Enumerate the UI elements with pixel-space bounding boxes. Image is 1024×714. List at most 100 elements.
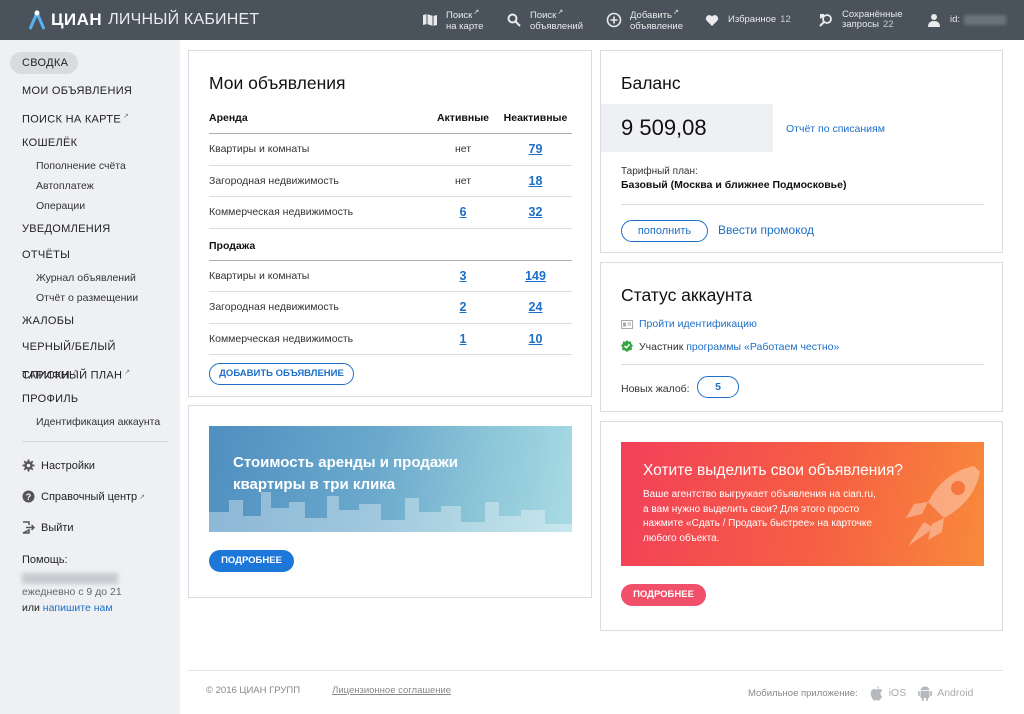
user-id-value-redacted xyxy=(964,15,1007,25)
user-id-label: id: xyxy=(950,14,961,25)
sidebar-item-wallet[interactable]: КОШЕЛЁК xyxy=(10,130,170,156)
sidebar-subitem-account-identification[interactable]: Идентификация аккаунта xyxy=(10,412,170,432)
cian-logo[interactable]: ЦИАН ЛИЧНЫЙ КАБИНЕТ xyxy=(28,6,259,34)
tariff-label: Тарифный план: xyxy=(621,166,698,177)
saved-search-icon xyxy=(818,12,834,28)
new-complaints-count[interactable]: 5 xyxy=(697,376,739,398)
active-count-link[interactable]: 6 xyxy=(460,205,467,219)
logout-label: Выйти xyxy=(41,521,74,534)
inactive-count-link[interactable]: 149 xyxy=(525,269,546,283)
license-agreement-link[interactable]: Лицензионное соглашение xyxy=(332,685,451,696)
highlight-listings-banner[interactable]: Хотите выделить свои объявления? Ваше аг… xyxy=(621,442,984,566)
android-app-link[interactable]: Android xyxy=(918,685,973,701)
sidebar-item-tariff-plan[interactable]: ТАРИФНЫЙ ПЛАН ↗ xyxy=(10,360,170,386)
active-count-link[interactable]: 3 xyxy=(460,269,467,283)
ios-app-link[interactable]: iOS xyxy=(870,685,907,701)
enter-promocode-link[interactable]: Ввести промокод xyxy=(718,223,814,237)
sidebar-item-profile[interactable]: ПРОФИЛЬ xyxy=(10,386,170,412)
table-row: Квартиры и комнаты нет 79 xyxy=(209,134,572,166)
external-link-icon: ↗ xyxy=(122,113,130,120)
nav-label-2: запросы xyxy=(842,19,879,30)
column-active-header: Активные xyxy=(436,112,490,124)
nav-add-listing[interactable]: Добавить↗ объявление xyxy=(606,0,683,40)
table-row: Квартиры и комнаты 3 149 xyxy=(209,261,572,292)
inactive-count-link[interactable]: 10 xyxy=(529,332,543,346)
help-hours: ежедневно с 9 до 21 xyxy=(22,586,122,598)
nav-listing-search[interactable]: Поиск↗ объявлений xyxy=(506,0,583,40)
id-card-icon xyxy=(621,318,633,330)
apple-icon xyxy=(870,685,884,701)
sidebar-subitem-topup[interactable]: Пополнение счёта xyxy=(10,156,170,176)
active-count-link[interactable]: 2 xyxy=(460,300,467,314)
sidebar-item-label: ТАРИФНЫЙ ПЛАН xyxy=(22,369,123,382)
promo-more-button[interactable]: ПОДРОБНЕЕ xyxy=(621,584,706,606)
pass-identification-link[interactable]: Пройти идентификацию xyxy=(639,318,757,330)
balance-title: Баланс xyxy=(621,73,681,93)
saved-searches-count: 22 xyxy=(882,19,894,30)
inactive-count-link[interactable]: 79 xyxy=(529,142,543,156)
ios-label: iOS xyxy=(888,687,907,699)
charges-report-link[interactable]: Отчёт по списаниям xyxy=(786,123,885,135)
cabinet-title: ЛИЧНЫЙ КАБИНЕТ xyxy=(108,11,260,28)
sidebar-item-my-listings[interactable]: МОИ ОБЪЯВЛЕНИЯ xyxy=(10,78,170,104)
new-complaints-label: Новых жалоб: xyxy=(621,383,690,395)
add-listing-button[interactable]: ДОБАВИТЬ ОБЪЯВЛЕНИЕ xyxy=(209,363,354,385)
sidebar-logout-link[interactable]: Выйти xyxy=(22,521,74,534)
copyright: © 2016 ЦИАН ГРУПП xyxy=(206,685,301,696)
nav-map-search[interactable]: Поиск↗ на карте xyxy=(422,0,483,40)
balance-amount: 9 509,08 xyxy=(621,115,707,140)
sidebar-item-black-white-lists[interactable]: ЧЕРНЫЙ/БЕЛЫЙ СПИСКИ ↗ xyxy=(10,334,170,382)
award-badge-icon xyxy=(621,340,633,353)
active-count: нет xyxy=(454,143,472,155)
rent-price-banner-card: Стоимость аренды и продажи квартиры в тр… xyxy=(188,405,592,598)
inactive-count-link[interactable]: 24 xyxy=(529,300,543,314)
settings-label: Настройки xyxy=(41,459,95,472)
sidebar-help-center-link[interactable]: ? Справочный центр ↗ xyxy=(22,490,145,503)
favorites-count: 12 xyxy=(780,14,791,25)
sidebar-item-notifications[interactable]: УВЕДОМЛЕНИЯ xyxy=(10,216,170,242)
sidebar-item-summary[interactable]: СВОДКА xyxy=(10,52,78,74)
rent-banner-more-button[interactable]: ПОДРОБНЕЕ xyxy=(209,550,294,572)
sidebar-subitem-placement-report[interactable]: Отчёт о размещении xyxy=(10,288,170,308)
sidebar: СВОДКА МОИ ОБЪЯВЛЕНИЯ ПОИСК НА КАРТЕ ↗ КО… xyxy=(0,40,180,714)
balance-divider xyxy=(621,204,984,205)
table-row: Коммерческая недвижимость 1 10 xyxy=(209,324,572,355)
rocket-icon xyxy=(906,466,980,546)
nav-saved-searches[interactable]: Сохранённые запросы 22 xyxy=(818,0,903,40)
sidebar-settings-link[interactable]: Настройки xyxy=(22,459,95,472)
sidebar-subitem-operations[interactable]: Операции xyxy=(10,196,170,216)
nav-favorites[interactable]: Избранное 12 xyxy=(704,0,791,40)
sidebar-subitem-listing-log[interactable]: Журнал объявлений xyxy=(10,268,170,288)
sidebar-subitem-autopay[interactable]: Автоплатеж xyxy=(10,176,170,196)
nav-label: Избранное xyxy=(728,14,777,25)
footer-left: © 2016 ЦИАН ГРУПП Лицензионное соглашени… xyxy=(206,685,451,696)
sidebar-item-map-search[interactable]: ПОИСК НА КАРТЕ ↗ xyxy=(10,104,170,130)
map-icon xyxy=(422,12,438,28)
help-or: или xyxy=(22,602,40,614)
my-listings-card: Мои объявления Аренда Активные Неактивны… xyxy=(188,50,592,397)
table-row: Загородная недвижимость нет 18 xyxy=(209,166,572,197)
write-to-us-link[interactable]: напишите нам xyxy=(43,602,113,614)
sidebar-divider xyxy=(22,441,168,442)
inactive-count-link[interactable]: 32 xyxy=(529,205,543,219)
nav-label-2: объявлений xyxy=(530,20,584,32)
inactive-count-link[interactable]: 18 xyxy=(529,174,543,188)
sidebar-item-reports[interactable]: ОТЧЁТЫ xyxy=(10,242,170,268)
active-count-link[interactable]: 1 xyxy=(460,332,467,346)
row-label: Квартиры и комнаты xyxy=(209,143,310,155)
external-link-icon: ↗ xyxy=(473,9,480,17)
external-link-icon: ↗ xyxy=(139,493,146,501)
nav-user-profile[interactable]: id: xyxy=(926,0,1007,40)
sidebar-item-complaints[interactable]: ЖАЛОБЫ xyxy=(10,308,170,334)
member-prefix: Участник xyxy=(639,341,684,353)
rent-price-banner[interactable]: Стоимость аренды и продажи квартиры в тр… xyxy=(209,426,572,532)
honest-program-link[interactable]: программы «Работаем честно» xyxy=(686,341,839,353)
my-listings-title: Мои объявления xyxy=(209,73,346,93)
help-center-label: Справочный центр xyxy=(41,490,138,503)
sidebar-nav: СВОДКА МОИ ОБЪЯВЛЕНИЯ ПОИСК НА КАРТЕ ↗ КО… xyxy=(10,52,170,432)
external-link-icon: ↗ xyxy=(673,9,679,17)
help-label: Помощь: xyxy=(22,554,68,566)
gear-icon xyxy=(22,459,35,472)
row-label: Загородная недвижимость xyxy=(209,301,339,313)
topup-button[interactable]: пополнить xyxy=(621,220,708,242)
